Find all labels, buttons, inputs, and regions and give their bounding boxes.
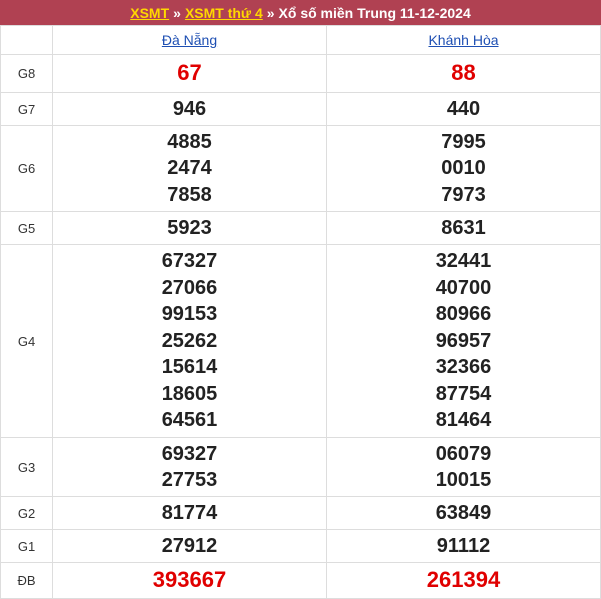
prize-row-g8: G8 67 88 [0, 54, 601, 93]
prize-number: 81774 [161, 501, 218, 524]
prize-number: 91112 [436, 534, 491, 557]
prize-number: 32366 [435, 356, 492, 379]
prize-number: 0010 [441, 157, 486, 180]
prize-cell: 946 [52, 92, 327, 126]
prize-cell: 67327 27066 99153 25262 15614 18605 6456… [52, 244, 327, 438]
prize-row-g1: G1 27912 91112 [0, 529, 601, 563]
province-header-da-nang: Đà Nẵng [52, 25, 327, 55]
prize-row-g4: G4 67327 27066 99153 25262 15614 18605 6… [0, 244, 601, 438]
prize-cell: 91112 [326, 529, 601, 563]
prize-number: 5923 [167, 216, 212, 239]
prize-number: 81464 [435, 409, 492, 432]
prize-number: 63849 [435, 501, 492, 524]
prize-cell: 4885 2474 7858 [52, 125, 327, 212]
prize-label: G5 [0, 211, 53, 245]
prize-row-special: ĐB 393667 261394 [0, 562, 601, 599]
prize-number: 80966 [435, 303, 492, 326]
prize-cell: 261394 [326, 562, 601, 599]
prize-cell: 27912 [52, 529, 327, 563]
prize-number: 18605 [161, 382, 218, 405]
prize-number: 2474 [167, 157, 212, 180]
prize-label: G2 [0, 496, 53, 530]
prize-row-g7: G7 946 440 [0, 92, 601, 126]
prize-cell: 7995 0010 7973 [326, 125, 601, 212]
prize-label: G8 [0, 54, 53, 93]
prize-label: ĐB [0, 562, 53, 599]
prize-cell: 69327 27753 [52, 437, 327, 497]
special-prize-number: 393667 [152, 567, 227, 593]
prize-label-header [0, 25, 53, 55]
prize-number: 06079 [435, 442, 492, 465]
province-link-da-nang[interactable]: Đà Nẵng [162, 32, 217, 48]
prize-cell: 440 [326, 92, 601, 126]
prize-row-g5: G5 5923 8631 [0, 211, 601, 245]
prize-label: G3 [0, 437, 53, 497]
prize-number: 32441 [435, 250, 492, 273]
page-title: Xổ số miền Trung 11-12-2024 [278, 4, 471, 21]
prize-label: G4 [0, 244, 53, 438]
province-link-khanh-hoa[interactable]: Khánh Hòa [428, 32, 498, 48]
prize-cell: 32441 40700 80966 96957 32366 87754 8146… [326, 244, 601, 438]
prize-number: 87754 [435, 382, 492, 405]
prize-number: 67327 [161, 250, 218, 273]
prize-cell: 5923 [52, 211, 327, 245]
special-prize-number: 261394 [426, 567, 501, 593]
prize-cell: 06079 10015 [326, 437, 601, 497]
prize-number: 25262 [161, 329, 218, 352]
prize-label: G6 [0, 125, 53, 212]
prize-number: 15614 [161, 356, 218, 379]
prize-number: 7973 [441, 183, 486, 206]
breadcrumb-separator: » [266, 4, 275, 21]
prize-cell: 88 [326, 54, 601, 93]
prize-number: 27753 [161, 469, 218, 491]
prize-number: 7995 [441, 130, 486, 153]
prize-number: 69327 [161, 442, 218, 465]
breadcrumb: XSMT » XSMT thứ 4 » Xổ số miền Trung 11-… [0, 0, 601, 25]
prize-cell: 63849 [326, 496, 601, 530]
prize-number: 27066 [161, 276, 218, 299]
province-header-khanh-hoa: Khánh Hòa [326, 25, 601, 55]
results-table: Đà Nẵng Khánh Hòa G8 67 88 G7 946 440 G6… [0, 25, 601, 599]
prize-number: 99153 [161, 303, 218, 326]
prize-row-g3: G3 69327 27753 06079 10015 [0, 437, 601, 497]
breadcrumb-link-xsmt-wednesday[interactable]: XSMT thứ 4 [185, 5, 263, 21]
prize-number: 946 [172, 97, 207, 120]
prize-label: G1 [0, 529, 53, 563]
prize-cell: 8631 [326, 211, 601, 245]
breadcrumb-separator: » [173, 4, 181, 21]
prize-number: 27912 [161, 534, 218, 557]
prize-cell: 393667 [52, 562, 327, 599]
prize-number: 40700 [435, 276, 492, 299]
province-header-row: Đà Nẵng Khánh Hòa [0, 25, 601, 55]
lottery-results-panel: XSMT » XSMT thứ 4 » Xổ số miền Trung 11-… [0, 0, 601, 599]
prize-number: 88 [451, 60, 476, 86]
prize-number: 67 [177, 60, 202, 86]
prize-number: 8631 [441, 216, 486, 239]
prize-cell: 81774 [52, 496, 327, 530]
prize-label: G7 [0, 92, 53, 126]
prize-number: 10015 [435, 469, 492, 491]
prize-number: 64561 [161, 409, 218, 432]
prize-number: 4885 [167, 130, 212, 153]
breadcrumb-link-xsmt[interactable]: XSMT [130, 5, 169, 21]
prize-cell: 67 [52, 54, 327, 93]
prize-number: 440 [446, 97, 481, 120]
prize-number: 96957 [435, 329, 492, 352]
prize-number: 7858 [167, 183, 212, 206]
prize-row-g6: G6 4885 2474 7858 7995 0010 7973 [0, 125, 601, 212]
prize-row-g2: G2 81774 63849 [0, 496, 601, 530]
